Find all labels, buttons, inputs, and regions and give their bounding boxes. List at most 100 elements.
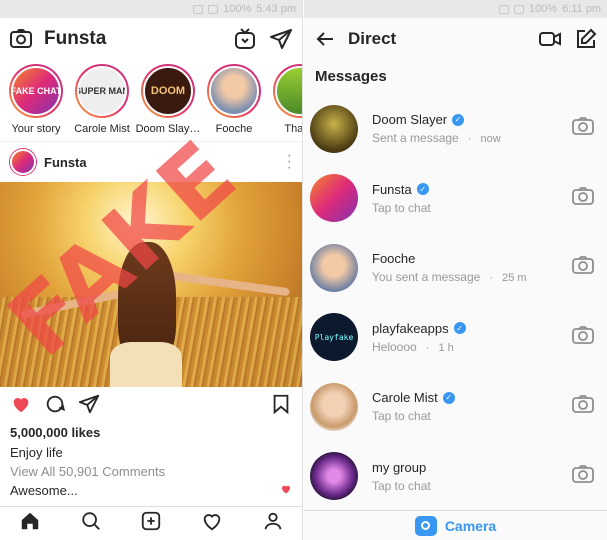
post-image[interactable] [0,182,302,387]
story-avatar: FAKE CHAT [11,66,61,116]
camera-icon[interactable] [571,392,595,421]
thread-status: Sent a message [372,131,459,146]
story-avatar: DOOM [143,66,193,116]
verified-badge-icon: ✓ [416,183,429,196]
post-author-name[interactable]: Funsta [44,155,279,170]
more-options-icon[interactable]: · · · [287,148,292,176]
story-carole-mist[interactable]: SUPER MAN Carole Mist [72,64,132,141]
thread-row[interactable]: Fooche You sent a message · 25 m [304,233,607,303]
video-call-icon[interactable] [537,26,563,52]
camera-icon[interactable] [571,323,595,352]
story-avatar [209,66,259,116]
notification-icon [498,4,509,14]
story-thatte[interactable]: Thatte [270,64,303,141]
thread-time: 1 h [438,341,454,354]
story-doom-slayer[interactable]: DOOM Doom Slay… [135,64,201,141]
thread-avatar [310,452,358,501]
post-caption: Enjoy life [10,445,63,460]
post-author-avatar[interactable] [10,149,36,175]
thread-status: You sent a message [372,270,481,285]
story-fooche[interactable]: Fooche [204,64,264,141]
comment-like-icon[interactable] [280,483,292,498]
story-your-story[interactable]: FAKE CHAT Your story [6,64,66,141]
story-label: Carole Mist [74,123,130,135]
comment-text: Awesome... [10,482,78,498]
home-icon[interactable] [19,510,41,537]
post-actions [0,387,302,425]
signal-icon [208,4,219,14]
thread-name: Fooche [372,251,416,267]
bottom-nav [0,506,302,540]
thread-avatar: Playfake [310,313,358,362]
thread-status: Tap to chat [372,478,431,493]
thread-status: Tap to chat [372,409,431,424]
add-post-icon[interactable] [140,510,162,537]
thread-name: Doom Slayer [372,112,448,128]
battery-level: 100% [223,3,252,15]
verified-badge-icon: ✓ [452,113,465,126]
app-title: Funsta [44,28,107,49]
camera-icon[interactable] [8,26,34,52]
story-label: Fooche [215,123,253,135]
camera-icon[interactable] [571,184,595,213]
thread-avatar [310,243,358,292]
search-icon[interactable] [80,510,102,537]
thread-name: Funsta [372,181,412,197]
thread-name: my group [372,459,427,475]
stories-tray: FAKE CHAT Your story SUPER MAN Carole Mi… [0,60,302,142]
direct-screen: 100% 6:11 pm Direct Messages Doom Slayer… [304,0,607,540]
new-message-icon[interactable] [573,26,599,52]
thread-row[interactable]: Funsta ✓ Tap to chat [304,164,607,234]
feed-screen: 100% 5:43 pm Funsta FAKE CHAT Your story… [0,0,303,540]
thread-name: Carole Mist [372,390,438,406]
thread-row[interactable]: Carole Mist ✓ Tap to chat [304,372,607,442]
activity-heart-icon[interactable] [201,510,223,537]
thread-row[interactable]: my group Tap to chat [304,442,607,512]
camera-icon[interactable] [571,253,595,282]
thread-status: Heloooo [372,339,417,354]
clock: 5:43 pm [256,3,296,15]
feed-header: Funsta [0,18,302,60]
thread-avatar [310,174,358,223]
thread-time: 25 m [502,272,527,285]
back-arrow-icon[interactable] [312,26,338,52]
thread-avatar [310,104,358,153]
signal-icon [513,4,524,14]
story-label: Doom Slay… [135,123,201,135]
thread-status: Tap to chat [372,200,431,215]
bookmark-icon[interactable] [270,393,292,420]
camera-icon[interactable] [571,462,595,491]
thread-avatar [310,382,358,431]
verified-badge-icon: ✓ [442,391,455,404]
share-icon[interactable] [78,393,100,420]
status-bar: 100% 5:43 pm [0,0,302,18]
notification-icon [193,4,204,14]
thread-name: playfakeapps [372,320,449,336]
page-title: Direct [348,29,397,48]
thread-row[interactable]: Doom Slayer ✓ Sent a message · now [304,94,607,164]
camera-button[interactable]: Camera [304,510,607,540]
direct-header: Direct [304,18,607,60]
camera-label: Camera [444,517,497,534]
arm-right [170,271,290,297]
likes-count[interactable]: 5,000,000 likes [0,425,302,443]
story-label: Thatte [284,123,303,135]
thread-time: now [480,133,501,146]
camera-icon[interactable] [571,114,595,143]
story-avatar [275,66,302,116]
view-comments-link[interactable]: View All 50,901 Comments [0,463,302,481]
post-header: Funsta · · · [0,142,302,182]
story-avatar: SUPER MAN [77,66,127,116]
igtv-icon[interactable] [232,26,258,52]
direct-icon[interactable] [268,26,294,52]
status-bar: 100% 6:11 pm [304,0,607,18]
messages-section-title: Messages [315,68,387,85]
profile-icon[interactable] [262,510,284,537]
thread-row[interactable]: Playfake playfakeapps ✓ Heloooo · 1 h [304,303,607,373]
clock: 6:11 pm [562,3,601,15]
verified-badge-icon: ✓ [453,322,466,335]
comment-row: Awesome... [0,481,302,499]
story-label: Your story [11,123,61,135]
comment-icon[interactable] [44,393,66,420]
like-heart-icon[interactable] [10,393,32,420]
